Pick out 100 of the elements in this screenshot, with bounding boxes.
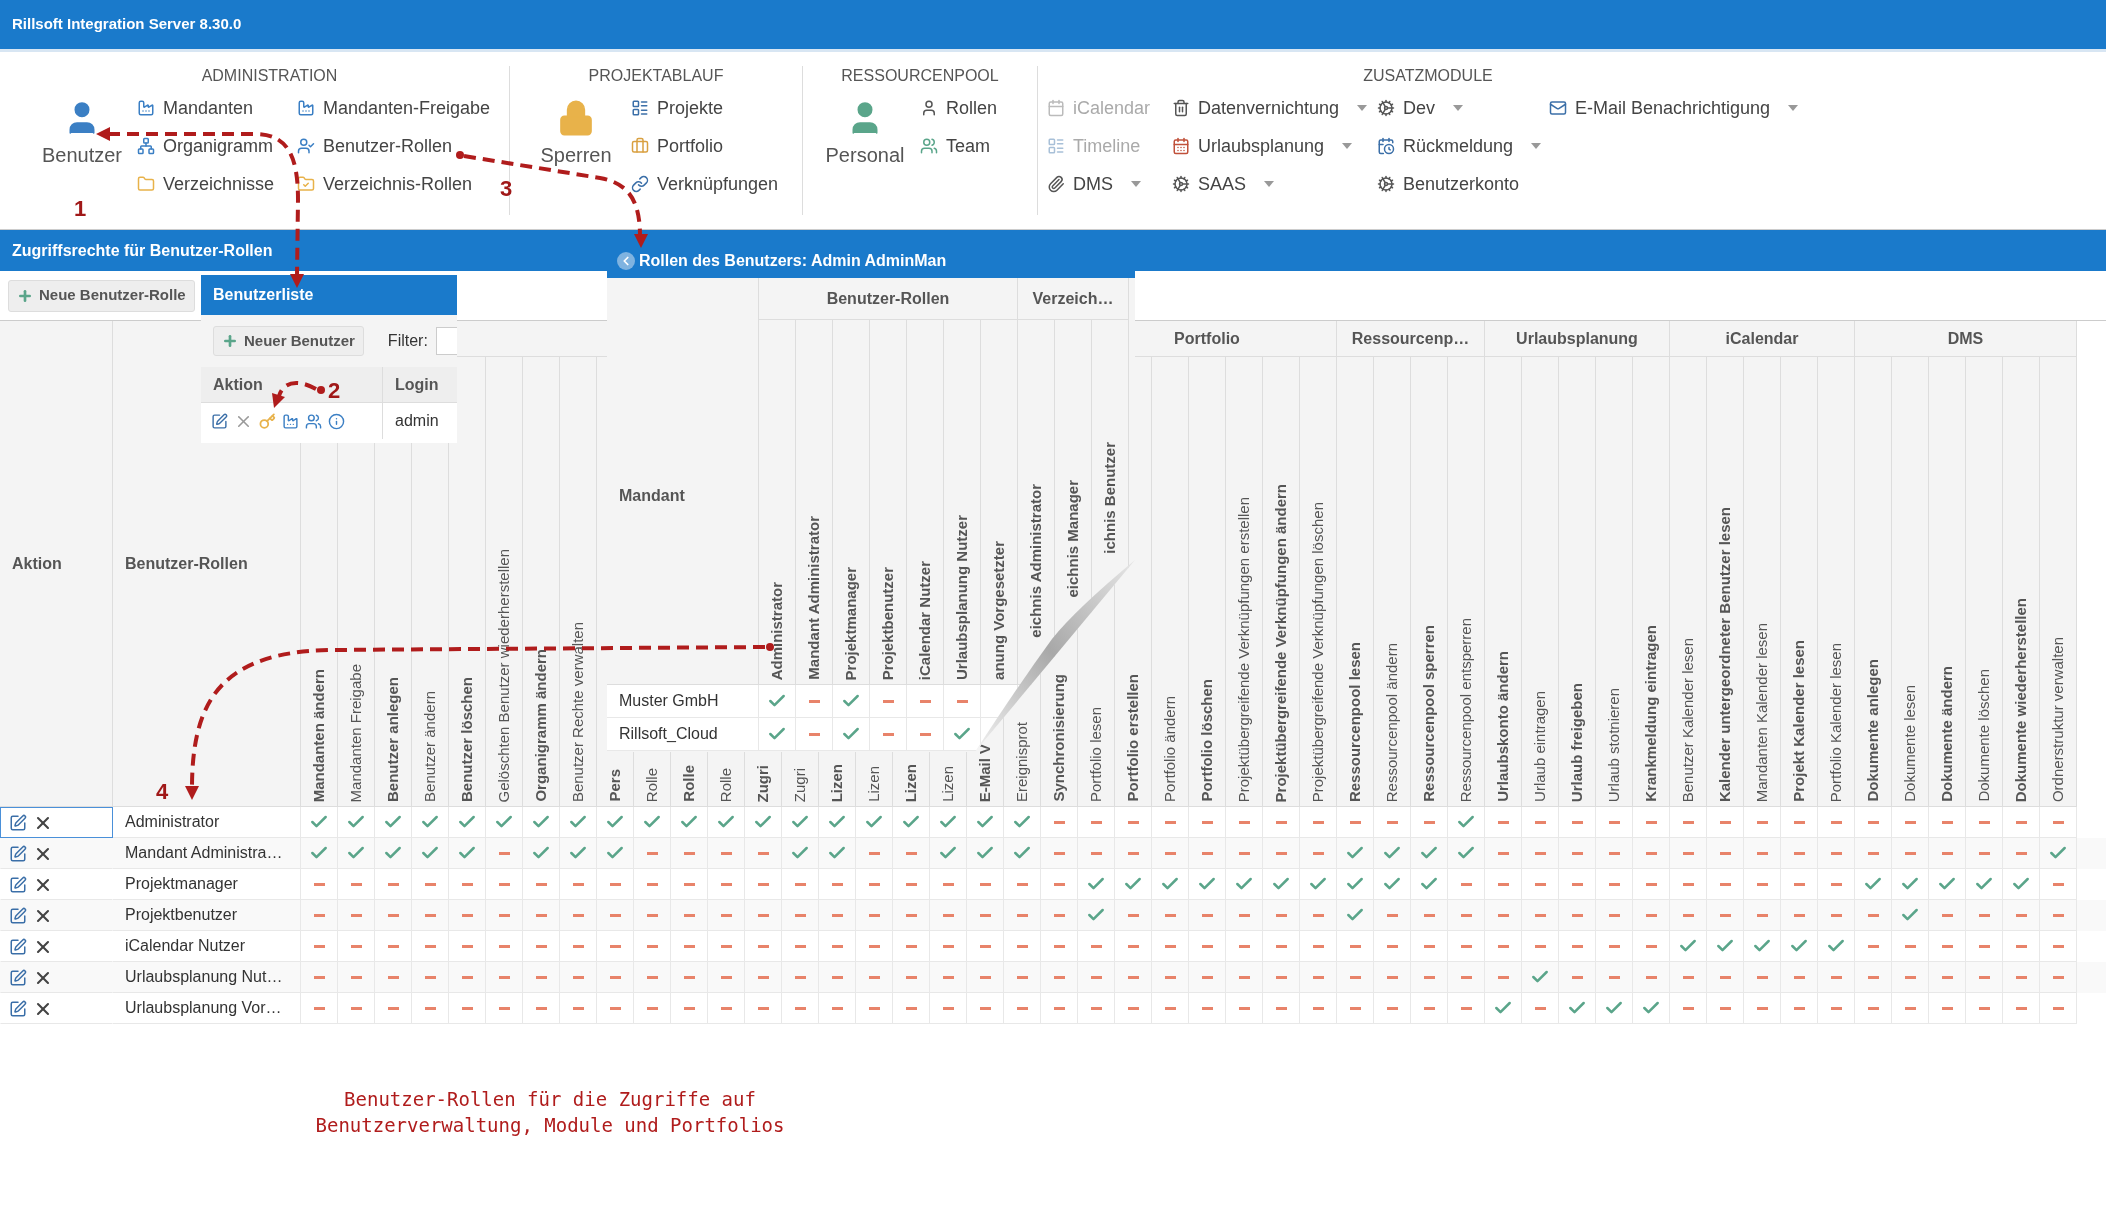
panel-title: Rollen des Benutzers: Admin AdminMan	[639, 251, 947, 271]
factory-icon	[297, 99, 315, 117]
edit-icon[interactable]	[9, 999, 27, 1018]
ribbon-item[interactable]: Benutzerkonto	[1377, 170, 1520, 198]
edit-icon[interactable]	[9, 875, 27, 894]
ribbon-item[interactable]: Mandanten	[137, 94, 254, 122]
ribbon-item[interactable]: Projekte	[631, 94, 724, 122]
column-header: Projektmanager	[840, 566, 860, 680]
ribbon-item[interactable]: DMS	[1047, 170, 1141, 198]
column-header: Benutzer ändern	[419, 691, 439, 802]
ribbon-item[interactable]: Rückmeldung	[1377, 132, 1542, 160]
column-header: Projektübergreifende Verknüpfungen löschen	[1307, 501, 1327, 802]
column-header: Mandant Administrator	[803, 516, 823, 680]
plus-icon	[17, 287, 33, 304]
group-title: ADMINISTRATION	[201, 66, 338, 86]
column-header: Ressourcenpool sperren	[1418, 625, 1438, 802]
column-header: Gelöschten Benutzer wiederherstellen	[493, 548, 513, 802]
caret-icon	[1788, 105, 1799, 111]
table-cell: Urlaubsplanung Vor…	[113, 993, 301, 1024]
annotation-arrow	[272, 380, 325, 408]
user-check-icon	[297, 137, 315, 155]
ribbon-item[interactable]: SAAS	[1172, 170, 1275, 198]
column-header: Urlaubskonto ändern	[1492, 651, 1512, 802]
column-header: Rolle	[678, 765, 698, 802]
users-icon[interactable]	[305, 412, 322, 430]
column-header: iCalendar Nutzer	[914, 560, 934, 680]
ribbon-item[interactable]: Team	[920, 132, 990, 160]
column-header: Benutzer Kalender lesen	[1677, 637, 1697, 802]
new-role-button[interactable]: Neue Benutzer-Rolle	[8, 279, 195, 312]
back-icon[interactable]	[617, 252, 635, 270]
folder-icon	[137, 175, 155, 193]
annotation-number: 4	[156, 778, 169, 806]
column-header: Krankmeldung eintragen	[1640, 625, 1660, 802]
filter-label: Filter:	[387, 331, 428, 351]
column-header: anung Vorgesetzter	[988, 541, 1008, 680]
column-header: Pers	[604, 769, 624, 802]
edit-icon[interactable]	[9, 844, 27, 863]
briefcase-icon	[631, 137, 649, 155]
ribbon-item[interactable]: Benutzer-Rollen	[297, 132, 453, 160]
group-header: Verzeich…	[1018, 278, 1129, 320]
column-header: Dokumente löschen	[1973, 669, 1993, 802]
group-title: PROJEKTABLAUF	[588, 66, 724, 86]
users-icon	[920, 137, 938, 155]
table-cell: Rillsoft_Cloud	[607, 718, 759, 751]
column-header: Dokumente anlegen	[1862, 659, 1882, 802]
ribbon-item[interactable]: Organigramm	[137, 132, 274, 160]
caret-icon	[1264, 181, 1275, 187]
ribbon-item[interactable]: Datenvernichtung	[1172, 94, 1368, 122]
column-header: Rolle	[715, 767, 735, 802]
edit-icon[interactable]	[211, 412, 228, 430]
trash-icon	[1172, 99, 1190, 117]
caret-icon	[1531, 143, 1542, 149]
column-header: Projektübergreifende Verknüpfungen erstellen	[1233, 496, 1253, 802]
large-ribbon-button[interactable]: Personal	[810, 94, 920, 170]
new-user-button[interactable]: Neuer Benutzer	[213, 326, 364, 356]
gear-icon	[1377, 175, 1395, 193]
factory-icon	[137, 99, 155, 117]
column-header: Lizen	[900, 763, 920, 802]
paperclip-icon	[1047, 175, 1065, 193]
column-header: Projekt Kalender lesen	[1788, 640, 1808, 802]
edit-icon[interactable]	[9, 906, 27, 925]
ribbon-item[interactable]: Rollen	[920, 94, 998, 122]
column-header: Lizen	[826, 763, 846, 802]
list-icon	[1047, 137, 1065, 155]
info-icon[interactable]	[328, 412, 345, 430]
ribbon-item[interactable]: Verzeichnisse	[137, 170, 275, 198]
column-header: Ordnerstruktur verwalten	[2047, 636, 2067, 802]
ribbon-item[interactable]: Urlaubsplanung	[1172, 132, 1353, 160]
window-title: Rillsoft Integration Server 8.30.0	[12, 14, 242, 35]
list-icon	[631, 99, 649, 117]
column-header: Rolle	[641, 767, 661, 802]
caption-text: Benutzer-Rollen für die Zugriffe auf Benutzerverwaltung, Module und Portfolios	[314, 1087, 786, 1138]
edit-icon[interactable]	[9, 937, 27, 956]
ribbon-item[interactable]: Portfolio	[631, 132, 724, 160]
column-header: ichnis Benutzer	[1099, 442, 1119, 554]
column-header: Portfolio lesen	[1085, 706, 1105, 802]
column-header: Dokumente lesen	[1899, 685, 1919, 802]
column-header: Portfolio erstellen	[1122, 674, 1142, 802]
gear-icon	[1172, 175, 1190, 193]
column-header: Ereignisprot	[1011, 721, 1031, 802]
network-icon	[137, 137, 155, 155]
large-ribbon-button[interactable]: Sperren	[521, 94, 631, 198]
edit-icon[interactable]	[9, 813, 27, 832]
column-header: Lizen	[863, 766, 883, 802]
ribbon-item[interactable]: Verzeichnis-Rollen	[297, 170, 473, 198]
large-ribbon-button[interactable]: Benutzer	[27, 94, 137, 198]
ribbon-item[interactable]: E-Mail Benachrichtigung	[1549, 94, 1799, 122]
ribbon-item[interactable]: Verknüpfungen	[631, 170, 779, 198]
group-header: iCalendar	[1670, 321, 1855, 357]
factory-icon[interactable]	[282, 412, 299, 430]
ribbon-item[interactable]: Mandanten-Freigabe	[297, 94, 491, 122]
column-header: E-Mail V	[974, 743, 994, 802]
column-header: Mandanten Kalender lesen	[1751, 622, 1771, 802]
calendar-clock-icon	[1377, 137, 1395, 155]
ribbon-item[interactable]: Dev	[1377, 94, 1463, 122]
group-header: Urlaubsplanung	[1485, 321, 1670, 357]
edit-icon[interactable]	[9, 968, 27, 987]
column-header: Organigramm ändern	[530, 649, 550, 802]
column-header: Lizen	[937, 766, 957, 802]
column-header: Benutzer Rechte verwalten	[567, 621, 587, 802]
